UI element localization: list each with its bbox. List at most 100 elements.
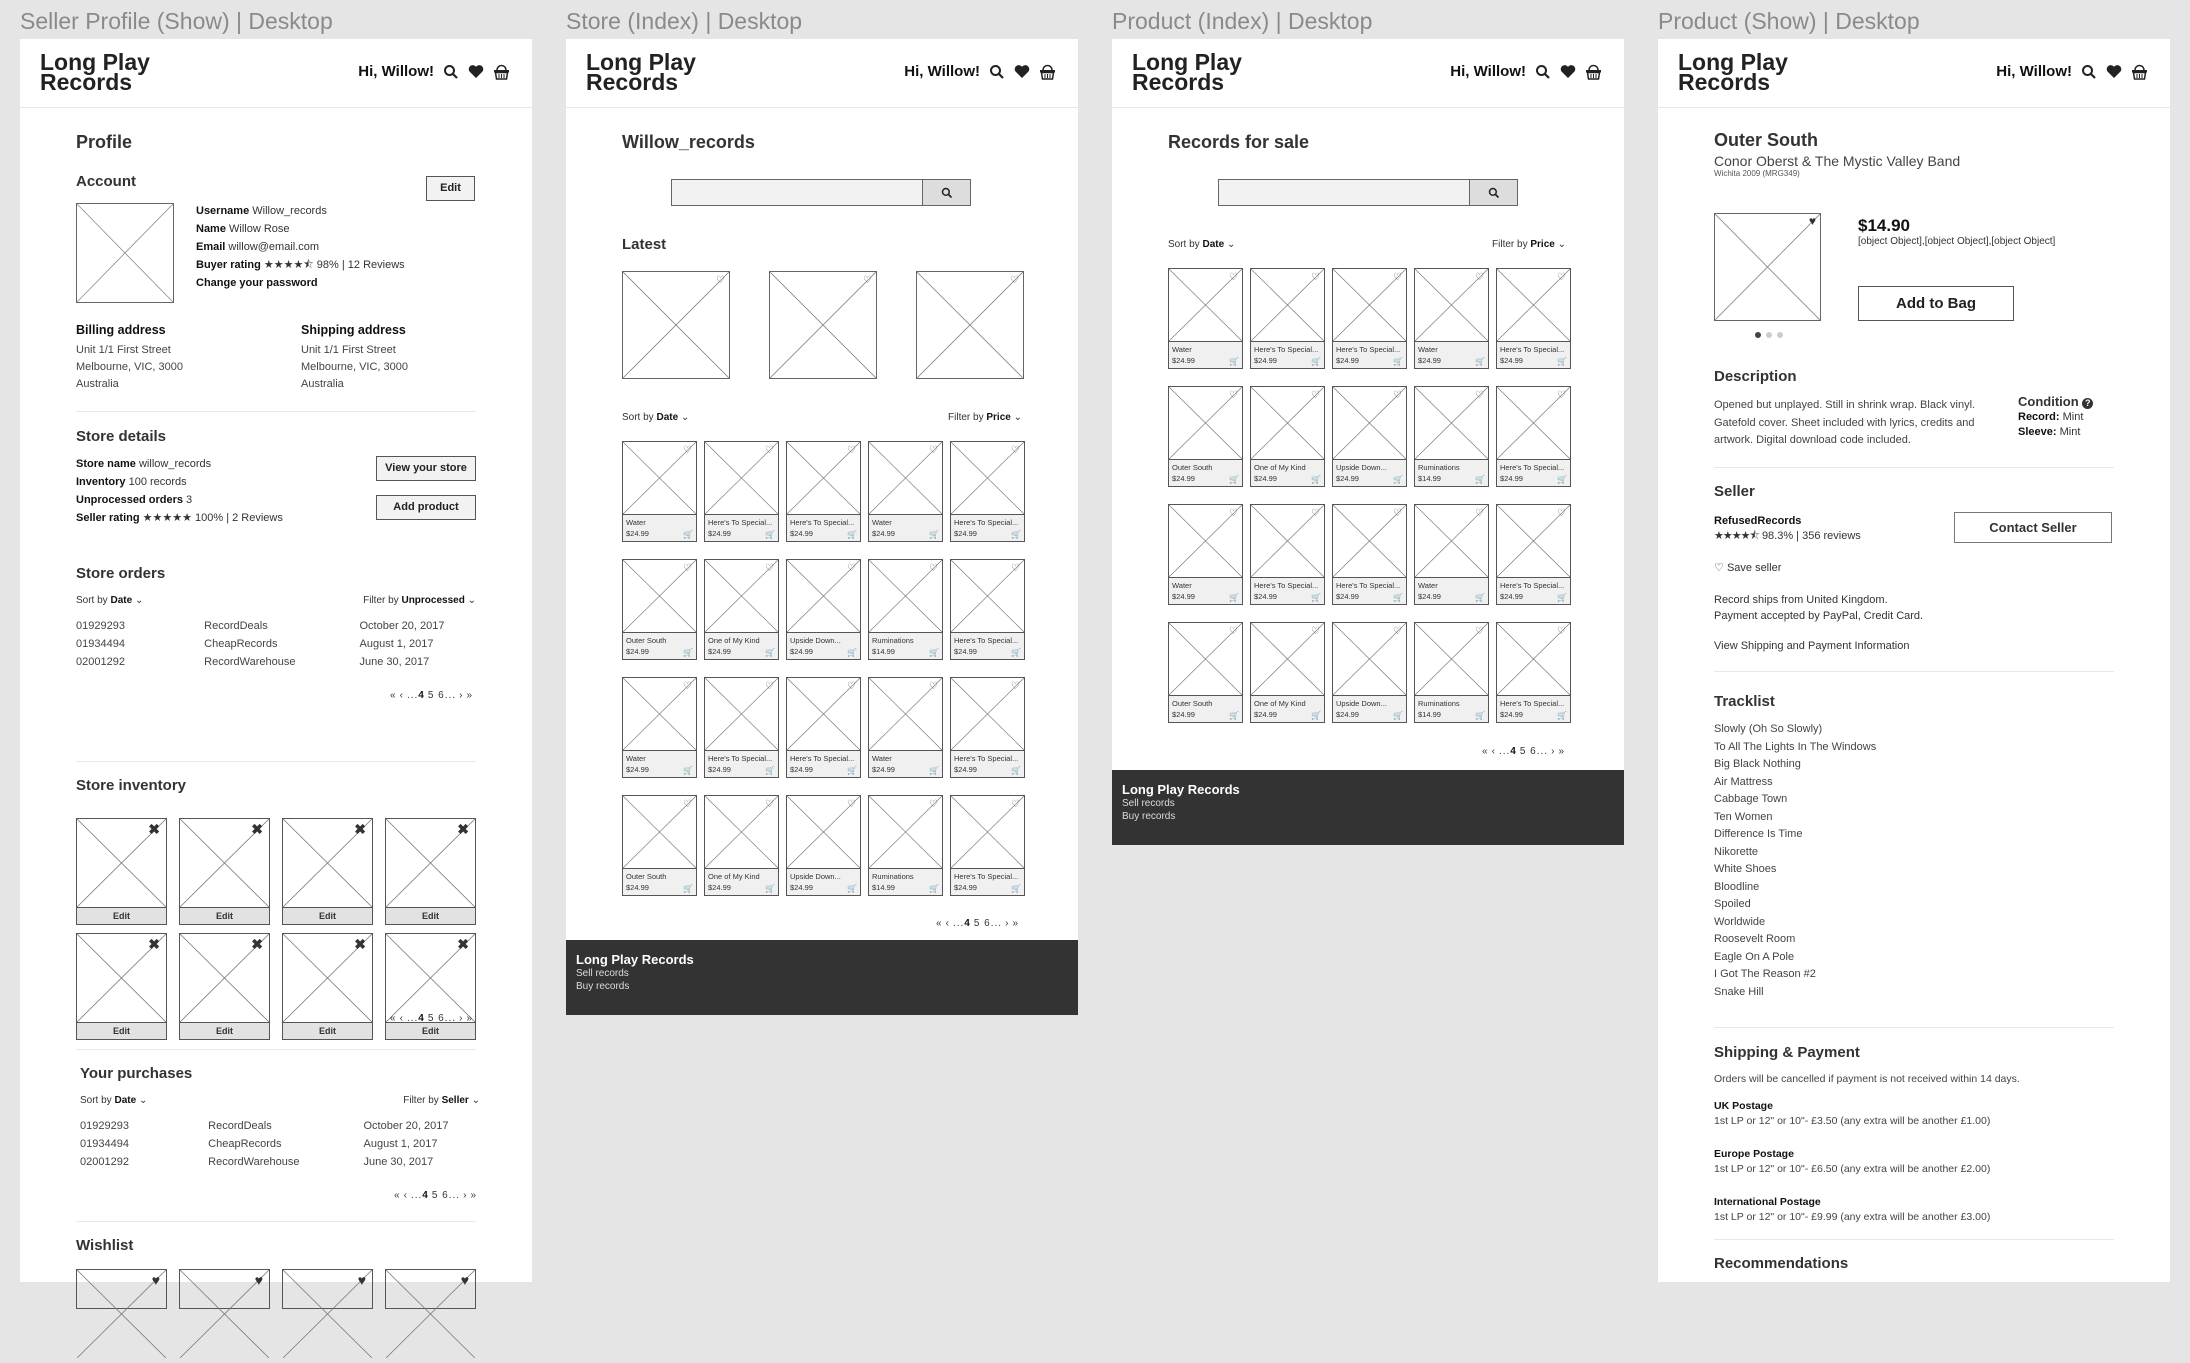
edit-item-button[interactable]: Edit — [386, 1022, 475, 1039]
product-card[interactable]: ♡ Outer South $24.99 🛒 — [1168, 622, 1243, 723]
search-icon[interactable] — [1535, 64, 1551, 80]
cart-icon[interactable]: 🛒 — [1229, 475, 1239, 484]
cart-icon[interactable]: 🛒 — [683, 648, 693, 657]
heart-outline-icon[interactable]: ♡ — [1011, 445, 1020, 456]
filter-dropdown[interactable]: Filter by Price ⌄ — [948, 412, 1022, 423]
heart-outline-icon[interactable]: ♡ — [1011, 799, 1020, 810]
heart-outline-icon[interactable]: ♡ — [765, 445, 774, 456]
table-row[interactable]: 01929293 RecordDeals October 20, 2017 — [76, 617, 476, 635]
filter-dropdown[interactable]: Filter by Price ⌄ — [1492, 239, 1566, 250]
table-row[interactable]: 02001292 RecordWarehouse June 30, 2017 — [76, 653, 476, 671]
pagination[interactable]: «‹ ...4 5 6... ›» — [390, 1013, 476, 1024]
edit-account-button[interactable]: Edit — [426, 176, 475, 201]
heart-outline-icon[interactable]: ♡ — [1393, 272, 1402, 283]
orders-filter-dropdown[interactable]: Filter by Unprocessed ⌄ — [363, 595, 476, 606]
product-card[interactable]: ♡ Water $24.99 🛒 — [868, 677, 943, 778]
add-product-button[interactable]: Add product — [376, 495, 476, 520]
heart-outline-icon[interactable]: ♡ — [1393, 626, 1402, 637]
heart-outline-icon[interactable]: ♡ — [847, 799, 856, 810]
product-card[interactable]: ♡ Here's To Special... $24.99 🛒 — [1496, 386, 1571, 487]
product-card[interactable]: ♡ Water $24.99 🛒 — [1414, 504, 1489, 605]
cart-icon[interactable]: 🛒 — [1311, 475, 1321, 484]
basket-icon[interactable] — [493, 64, 510, 80]
cart-icon[interactable]: 🛒 — [1011, 648, 1021, 657]
pager-next[interactable]: › — [1005, 918, 1009, 929]
product-card[interactable]: ♡ Ruminations $14.99 🛒 — [868, 795, 943, 896]
product-card[interactable]: ♡ Here's To Special... $24.99 🛒 — [950, 441, 1025, 542]
cart-icon[interactable]: 🛒 — [765, 766, 775, 775]
purchases-sort-dropdown[interactable]: Sort by Date ⌄ — [80, 1095, 147, 1106]
sort-dropdown[interactable]: Sort by Date ⌄ — [1168, 239, 1235, 250]
pager-pages[interactable]: 5 6... — [432, 1190, 460, 1201]
product-card[interactable]: ♡ Water $24.99 🛒 — [622, 677, 697, 778]
pager-prev[interactable]: ‹ — [946, 918, 950, 929]
search-icon[interactable] — [2081, 64, 2097, 80]
footer-link-sell[interactable]: Sell records — [576, 967, 1068, 980]
table-row[interactable]: 01934494 CheapRecords August 1, 2017 — [80, 1135, 480, 1153]
pager-next[interactable]: › — [459, 1013, 463, 1024]
wishlist-item[interactable]: ♥ — [76, 1269, 167, 1359]
search-icon[interactable] — [989, 64, 1005, 80]
pager-last[interactable]: » — [466, 1013, 473, 1024]
pager-pages[interactable]: 5 6... — [428, 690, 456, 701]
view-store-button[interactable]: View your store — [376, 456, 476, 481]
cart-icon[interactable]: 🛒 — [683, 766, 693, 775]
heart-outline-icon[interactable]: ♡ — [1311, 626, 1320, 637]
product-card[interactable]: ♡ Here's To Special... $24.99 🛒 — [950, 559, 1025, 660]
product-card[interactable]: ♡ Here's To Special... $24.99 🛒 — [786, 441, 861, 542]
pagination[interactable]: «‹ ...4 5 6... ›» — [390, 690, 476, 701]
view-shipping-link[interactable]: View Shipping and Payment Information — [1714, 640, 1909, 652]
cart-icon[interactable]: 🛒 — [1393, 593, 1403, 602]
purchases-filter-dropdown[interactable]: Filter by Seller ⌄ — [403, 1095, 480, 1106]
heart-outline-icon[interactable]: ♡ — [1475, 272, 1484, 283]
change-password-link[interactable]: Change your password — [196, 274, 405, 292]
remove-icon[interactable]: ✖ — [148, 936, 160, 953]
inventory-item[interactable]: ✖ Edit — [385, 818, 476, 925]
heart-outline-icon[interactable]: ♡ — [1557, 508, 1566, 519]
heart-outline-icon[interactable]: ♡ — [863, 275, 872, 286]
search-icon[interactable] — [443, 64, 459, 80]
cart-icon[interactable]: 🛒 — [1557, 711, 1567, 720]
heart-outline-icon[interactable]: ♡ — [1557, 390, 1566, 401]
cart-icon[interactable]: 🛒 — [1229, 593, 1239, 602]
heart-outline-icon[interactable]: ♡ — [929, 799, 938, 810]
product-card[interactable]: ♡ Outer South $24.99 🛒 — [1168, 386, 1243, 487]
basket-icon[interactable] — [1585, 64, 1602, 80]
seller-name[interactable]: RefusedRecords — [1714, 514, 1861, 529]
heart-outline-icon[interactable]: ♡ — [683, 799, 692, 810]
heart-outline-icon[interactable]: ♡ — [929, 563, 938, 574]
table-row[interactable]: 02001292 RecordWarehouse June 30, 2017 — [80, 1153, 480, 1171]
cart-icon[interactable]: 🛒 — [1475, 711, 1485, 720]
cart-icon[interactable]: 🛒 — [1475, 357, 1485, 366]
product-card[interactable]: ♡ Here's To Special... $24.99 🛒 — [1496, 504, 1571, 605]
product-card[interactable]: ♡ Here's To Special... $24.99 🛒 — [950, 795, 1025, 896]
pager-last[interactable]: » — [470, 1190, 477, 1201]
product-card[interactable]: ♡ Upside Down... $24.99 🛒 — [786, 559, 861, 660]
remove-icon[interactable]: ✖ — [251, 821, 263, 838]
product-card[interactable]: ♡ Water $24.99 🛒 — [622, 441, 697, 542]
heart-outline-icon[interactable]: ♡ — [847, 445, 856, 456]
heart-outline-icon[interactable]: ♡ — [1229, 272, 1238, 283]
pager-next[interactable]: › — [1551, 746, 1555, 757]
cart-icon[interactable]: 🛒 — [1311, 711, 1321, 720]
edit-item-button[interactable]: Edit — [77, 1022, 166, 1039]
pagination[interactable]: «‹ ...4 5 6... ›» — [394, 1190, 480, 1201]
product-card[interactable]: ♡ Water $24.99 🛒 — [868, 441, 943, 542]
inventory-item[interactable]: ✖ Edit — [179, 933, 270, 1040]
pagination[interactable]: «‹ ...4 5 6... ›» — [1482, 746, 1568, 757]
remove-icon[interactable]: ✖ — [148, 821, 160, 838]
product-card[interactable]: ♡ Outer South $24.99 🛒 — [622, 795, 697, 896]
pager-current[interactable]: 4 — [418, 690, 425, 701]
basket-icon[interactable] — [1039, 64, 1056, 80]
heart-outline-icon[interactable]: ♡ — [1311, 390, 1320, 401]
pager-prev[interactable]: ‹ — [404, 1190, 408, 1201]
heart-outline-icon[interactable]: ♡ — [929, 445, 938, 456]
site-logo[interactable]: Long Play Records — [1678, 51, 1788, 94]
add-to-bag-button[interactable]: Add to Bag — [1858, 286, 2014, 321]
heart-outline-icon[interactable]: ♡ — [847, 563, 856, 574]
pager-first[interactable]: « — [1482, 746, 1489, 757]
site-logo[interactable]: Long Play Records — [586, 51, 696, 94]
product-card[interactable]: ♡ One of My Kind $24.99 🛒 — [1250, 386, 1325, 487]
basket-icon[interactable] — [2131, 64, 2148, 80]
cart-icon[interactable]: 🛒 — [1393, 711, 1403, 720]
